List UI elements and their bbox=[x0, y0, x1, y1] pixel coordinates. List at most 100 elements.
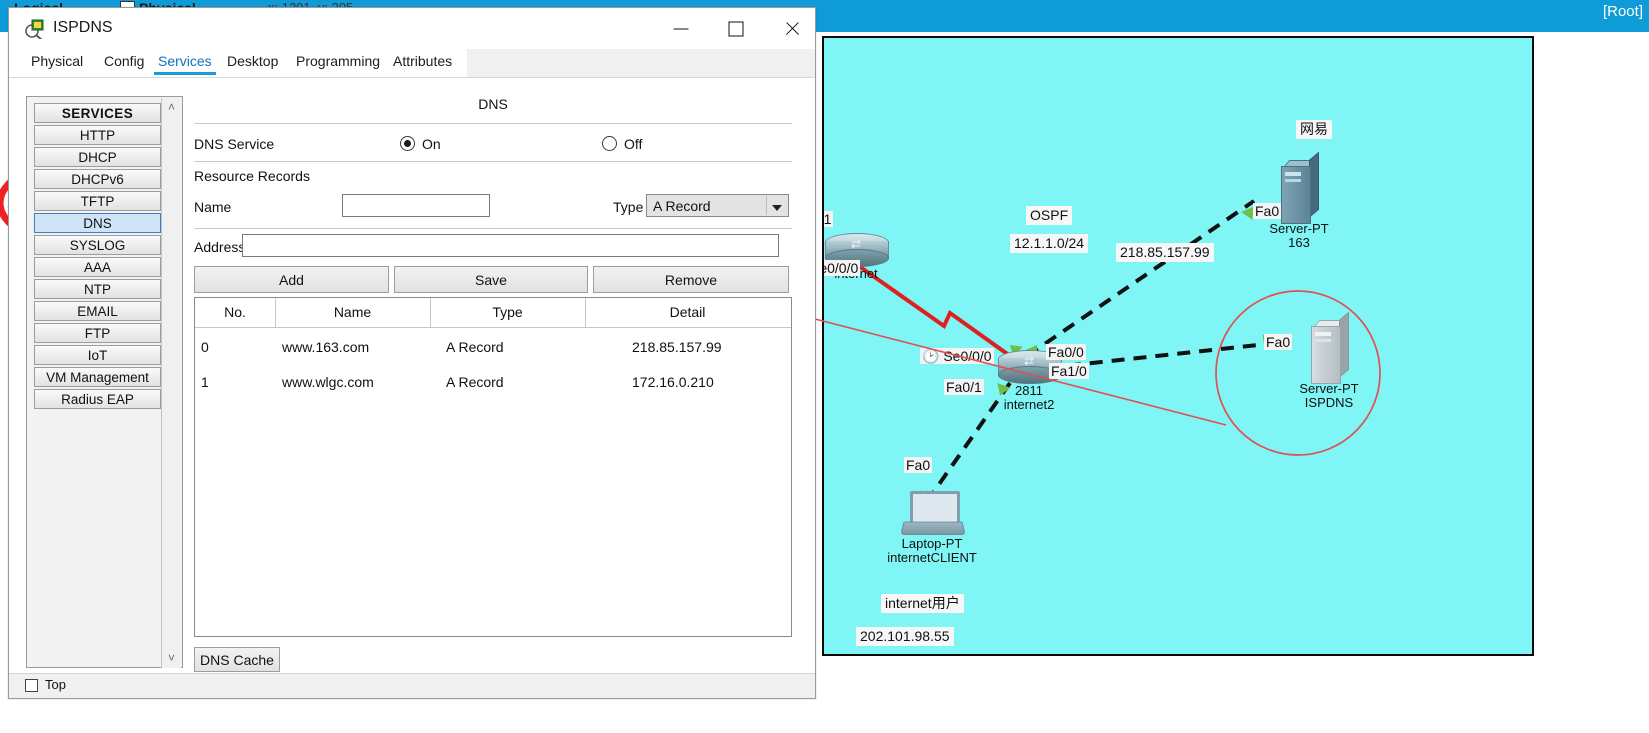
scroll-up-icon[interactable]: ˄ bbox=[162, 98, 181, 117]
sidebar-item-ftp[interactable]: FTP bbox=[34, 323, 161, 343]
cell-detail: 172.16.0.210 bbox=[632, 374, 714, 390]
services-list[interactable]: SERVICES HTTP DHCP DHCPv6 TFTP DNS SYSLO… bbox=[34, 103, 161, 411]
node-laptop-model: Laptop-PT bbox=[901, 536, 963, 551]
iflabel-ispdns-fa0: Fa0 bbox=[1264, 334, 1293, 350]
resource-records-table[interactable]: No. Name Type Detail 0 www.163.com A Rec… bbox=[194, 297, 792, 637]
sidebar-scrollbar[interactable]: ˄ ˅ bbox=[161, 98, 181, 668]
dns-service-off-label: Off bbox=[624, 136, 643, 152]
iflabel-laptop-fa0: Fa0 bbox=[904, 457, 933, 473]
node-router-internet2-label: internet2 bbox=[1003, 397, 1055, 412]
device-icon bbox=[25, 19, 45, 41]
laptop-icon bbox=[900, 491, 966, 537]
save-button[interactable]: Save bbox=[394, 266, 588, 293]
maximize-button[interactable] bbox=[713, 8, 759, 49]
sidebar-item-http[interactable]: HTTP bbox=[34, 125, 161, 145]
table-header-row: No. Name Type Detail bbox=[195, 298, 791, 328]
window-body: SERVICES HTTP DHCP DHCPv6 TFTP DNS SYSLO… bbox=[9, 78, 815, 675]
cell-name: www.wlgc.com bbox=[282, 374, 374, 390]
scroll-down-icon[interactable]: ˅ bbox=[162, 649, 181, 668]
tabbar-filler bbox=[467, 49, 815, 77]
label-internet-user: internet用户 bbox=[881, 594, 964, 613]
cell-type: A Record bbox=[446, 339, 504, 355]
tab-services[interactable]: Services bbox=[154, 53, 216, 75]
sidebar-item-vm-management[interactable]: VM Management bbox=[34, 367, 161, 387]
sidebar-item-aaa[interactable]: AAA bbox=[34, 257, 161, 277]
label-ospf: OSPF bbox=[1026, 206, 1073, 225]
dns-service-on-label: On bbox=[422, 136, 441, 152]
sidebar-item-syslog[interactable]: SYSLOG bbox=[34, 235, 161, 255]
type-select-value: A Record bbox=[653, 198, 711, 214]
add-button[interactable]: Add bbox=[194, 266, 389, 293]
server-icon-163 bbox=[1281, 151, 1320, 224]
sidebar-item-tftp[interactable]: TFTP bbox=[34, 191, 161, 211]
sidebar-item-email[interactable]: EMAIL bbox=[34, 301, 161, 321]
top-checkbox-label: Top bbox=[45, 677, 66, 692]
node-server-ispdns[interactable]: Server-PT ISPDNS bbox=[1279, 311, 1379, 410]
logical-workspace-canvas[interactable]: ⇄ internet 2 0/1 Se0/0/0 ⇄ 2811 internet… bbox=[822, 36, 1534, 656]
dns-cache-button[interactable]: DNS Cache bbox=[194, 647, 280, 672]
label-wangyi: 网易 bbox=[1296, 120, 1332, 139]
panel-title: DNS bbox=[478, 96, 508, 112]
services-sidebar[interactable]: SERVICES HTTP DHCP DHCPv6 TFTP DNS SYSLO… bbox=[26, 96, 183, 668]
tab-programming[interactable]: Programming bbox=[296, 53, 380, 69]
table-row[interactable]: 0 www.163.com A Record 218.85.157.99 bbox=[195, 331, 791, 366]
maximize-icon bbox=[728, 21, 744, 36]
remove-button[interactable]: Remove bbox=[593, 266, 789, 293]
minimize-button[interactable] bbox=[658, 8, 704, 49]
label-ip-202: 202.101.98.55 bbox=[856, 627, 954, 646]
header-divider-1 bbox=[275, 298, 276, 327]
address-input[interactable] bbox=[242, 234, 779, 257]
iflabel-internet2-se000: 🕑 Se0/0/0 bbox=[920, 348, 994, 364]
iflabel-internet2-fa10: Fa1/0 bbox=[1049, 363, 1089, 379]
sidebar-item-dns[interactable]: DNS bbox=[34, 213, 161, 233]
sidebar-item-ntp[interactable]: NTP bbox=[34, 279, 161, 299]
iflabel-internet2-se000-text: Se0/0/0 bbox=[943, 348, 992, 364]
node-server-ispdns-label: ISPDNS bbox=[1304, 395, 1354, 410]
node-router-internet2-model: 2811 bbox=[1015, 383, 1043, 398]
sidebar-item-radius-eap[interactable]: Radius EAP bbox=[34, 389, 161, 409]
divider-1 bbox=[194, 123, 792, 124]
column-header-type: Type bbox=[492, 304, 523, 320]
close-icon bbox=[784, 21, 800, 37]
column-header-detail: Detail bbox=[669, 304, 706, 320]
cell-detail: 218.85.157.99 bbox=[632, 339, 722, 355]
tab-desktop[interactable]: Desktop bbox=[227, 53, 278, 69]
sidebar-item-dhcpv6[interactable]: DHCPv6 bbox=[34, 169, 161, 189]
top-checkbox[interactable] bbox=[25, 679, 38, 692]
cell-name: www.163.com bbox=[282, 339, 370, 355]
node-laptop-client[interactable]: Laptop-PT internetCLIENT bbox=[872, 491, 992, 565]
column-header-name: Name bbox=[333, 304, 372, 320]
minimize-icon bbox=[673, 28, 689, 29]
sidebar-item-dhcp[interactable]: DHCP bbox=[34, 147, 161, 167]
tab-physical[interactable]: Physical bbox=[31, 53, 83, 69]
config-tab-bar[interactable]: Physical Config Services Desktop Program… bbox=[9, 49, 815, 78]
tab-attributes[interactable]: Attributes bbox=[393, 53, 452, 69]
close-button[interactable] bbox=[769, 8, 815, 49]
column-header-no: No. bbox=[224, 304, 246, 320]
window-title-bar[interactable]: ISPDNS bbox=[9, 8, 815, 49]
topology-diagram: ⇄ internet 2 0/1 Se0/0/0 ⇄ 2811 internet… bbox=[824, 38, 1532, 654]
dns-service-off-radio[interactable] bbox=[602, 136, 617, 151]
tab-config[interactable]: Config bbox=[104, 53, 144, 69]
header-divider-2 bbox=[430, 298, 431, 327]
type-select[interactable]: A Record bbox=[646, 194, 789, 217]
window-title: ISPDNS bbox=[53, 19, 113, 36]
chevron-down-icon[interactable] bbox=[766, 196, 787, 215]
device-config-window[interactable]: ISPDNS Physical Config Services Desktop … bbox=[8, 7, 816, 699]
cell-type: A Record bbox=[446, 374, 504, 390]
iflabel-internet-se000: Se0/0/0 bbox=[824, 260, 861, 276]
dns-service-on-radio[interactable] bbox=[400, 136, 415, 151]
resource-records-label: Resource Records bbox=[194, 168, 310, 184]
address-label: Address bbox=[194, 239, 246, 255]
type-label: Type bbox=[613, 199, 644, 215]
window-status-bar: Top bbox=[9, 673, 815, 698]
name-input[interactable] bbox=[342, 194, 490, 217]
node-laptop-label: internetCLIENT bbox=[887, 550, 977, 565]
dns-service-label: DNS Service bbox=[194, 136, 275, 152]
table-row[interactable]: 1 www.wlgc.com A Record 172.16.0.210 bbox=[195, 366, 791, 401]
iflabel-internet-fa01: 0/1 bbox=[824, 211, 834, 227]
root-label: [Root] bbox=[1602, 3, 1643, 20]
divider-3 bbox=[194, 228, 792, 229]
sidebar-item-iot[interactable]: IoT bbox=[34, 345, 161, 365]
label-ip-218: 218.85.157.99 bbox=[1116, 243, 1214, 262]
